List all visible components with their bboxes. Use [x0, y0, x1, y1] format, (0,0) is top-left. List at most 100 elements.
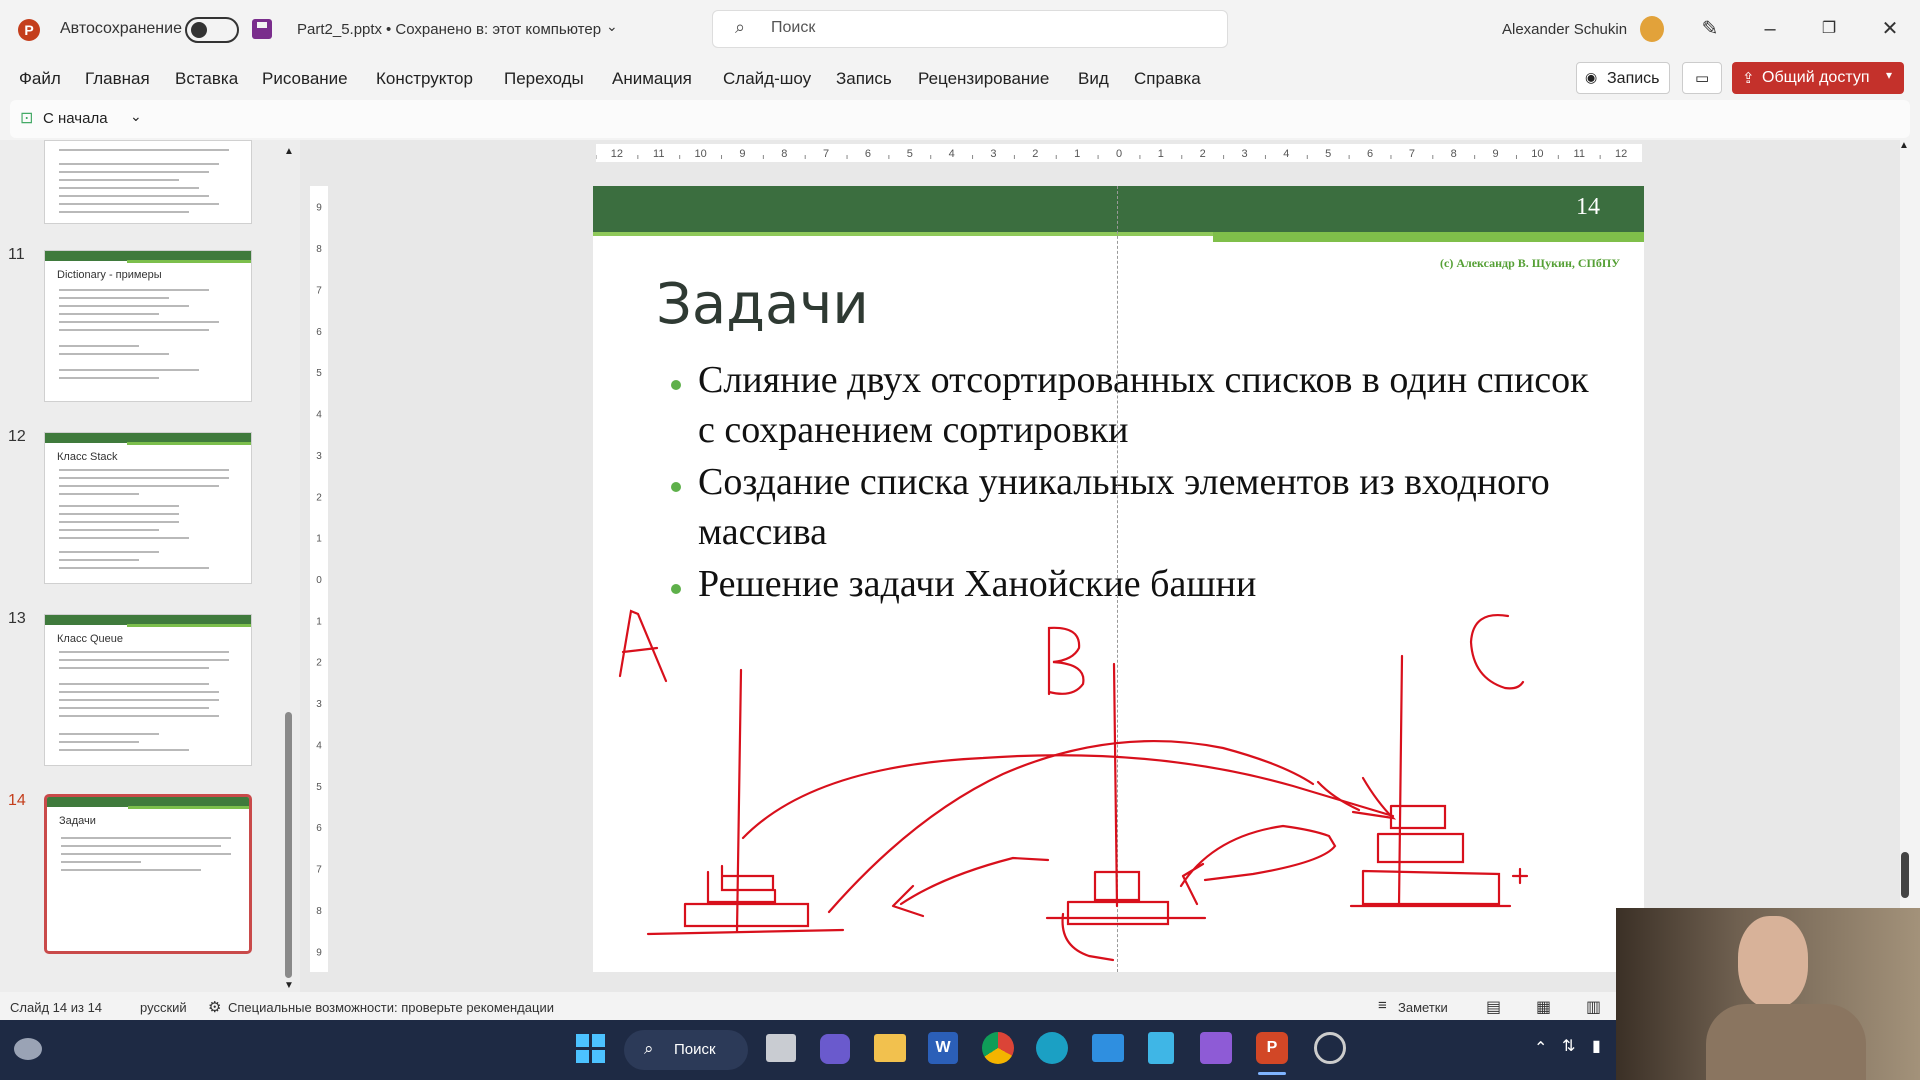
thumbnail-slide[interactable]: Dictionary - примеры [44, 250, 252, 402]
save-status[interactable]: • Сохранено в: этот компьютер [386, 21, 601, 38]
menu-slideshow[interactable]: Слайд-шоу [723, 69, 811, 89]
customize-icon[interactable]: ⌄ [130, 108, 142, 125]
ruler-tick-label: 6 [316, 327, 322, 338]
pen-icon[interactable]: ✎ [1695, 14, 1725, 44]
powerpoint-logo-icon: P [18, 19, 40, 41]
accessibility-icon: ⚙ [208, 999, 222, 1016]
thumbnail-number: 12 [8, 428, 26, 445]
slide-canvas[interactable]: 14 (c) Александр В. Щукин, СПбПУ Задачи … [593, 186, 1644, 972]
scrollbar-thumb[interactable] [285, 712, 292, 978]
ruler-tick-label: 10 [1531, 148, 1543, 160]
menu-design[interactable]: Конструктор [376, 69, 473, 89]
start-menu-icon[interactable] [576, 1034, 606, 1064]
close-button[interactable]: ✕ [1875, 14, 1905, 44]
thumbnail-number: 13 [8, 610, 26, 627]
ruler-tick-label: 2 [1032, 148, 1038, 160]
obs-icon[interactable] [1314, 1032, 1346, 1064]
autosave-toggle[interactable] [185, 17, 239, 43]
thumbnail-slide[interactable] [44, 140, 252, 224]
menu-animation[interactable]: Анимация [612, 69, 692, 89]
task-view-icon[interactable] [766, 1034, 796, 1062]
visual-studio-icon[interactable] [1200, 1032, 1232, 1064]
menu-home[interactable]: Главная [85, 69, 150, 89]
menu-record[interactable]: Запись [836, 69, 892, 89]
chevron-up-icon[interactable]: ⌃ [1534, 1038, 1547, 1058]
user-name[interactable]: Alexander Schukin [1502, 21, 1627, 38]
menu-draw[interactable]: Рисование [262, 69, 348, 89]
webcam-overlay [1616, 908, 1920, 1080]
menu-file[interactable]: Файл [19, 69, 61, 89]
scrollbar-thumb[interactable] [1901, 852, 1909, 898]
ruler-tick-label: 8 [316, 906, 322, 917]
reading-view-icon[interactable]: ▥ [1586, 997, 1601, 1017]
save-icon[interactable] [252, 19, 272, 39]
horizontal-ruler: 12 11 10 9 8 7 6 5 4 3 2 1 0 1 2 3 4 5 6 7 8 9 10 11 12 [596, 144, 1642, 162]
thumbnail-scrollbar[interactable]: ▲ ▼ [283, 146, 294, 992]
quick-access-bar: ⊡ С начала ⌄ [10, 100, 1910, 138]
ink-peg-a [735, 668, 743, 933]
minimize-button[interactable]: – [1755, 14, 1785, 44]
powerpoint-taskbar-icon[interactable]: P [1256, 1032, 1288, 1064]
chrome-icon[interactable] [982, 1032, 1014, 1064]
notes-button[interactable]: Заметки [1398, 1000, 1448, 1015]
from-start-button[interactable]: С начала [43, 110, 108, 127]
menu-review[interactable]: Рецензирование [918, 69, 1049, 89]
language-indicator[interactable]: русский [140, 1000, 187, 1015]
ruler-tick-label: 8 [1451, 148, 1457, 160]
teams-icon[interactable] [820, 1034, 850, 1064]
presenter-body [1706, 1004, 1866, 1080]
normal-view-icon[interactable]: ▤ [1486, 997, 1501, 1017]
slideshow-icon: ⊡ [20, 110, 34, 127]
ruler-tick-label: 7 [316, 285, 322, 296]
file-explorer-icon[interactable] [874, 1034, 906, 1062]
ink-peg-b [1112, 662, 1119, 908]
ruler-tick-label: 5 [907, 148, 913, 160]
weather-icon[interactable] [14, 1038, 42, 1060]
network-icon[interactable]: ⇅ [1562, 1036, 1575, 1056]
share-button[interactable]: ⇪ Общий доступ ▾ [1732, 62, 1904, 94]
volume-icon[interactable]: ▮ [1592, 1036, 1601, 1056]
scroll-down-icon[interactable]: ▼ [284, 980, 294, 991]
menu-insert[interactable]: Вставка [175, 69, 238, 89]
chevron-down-icon[interactable]: ⌄ [606, 18, 618, 35]
thumbnail-slide-active[interactable]: Задачи [44, 794, 252, 954]
menu-help[interactable]: Справка [1134, 69, 1201, 89]
ink-letter-a [618, 609, 668, 683]
slide-sorter-icon[interactable]: ▦ [1536, 997, 1551, 1017]
scroll-up-icon[interactable]: ▲ [284, 146, 294, 157]
search-input[interactable]: ⌕ Поиск [712, 10, 1228, 48]
taskbar-search[interactable]: ⌕ Поиск [624, 1030, 748, 1070]
search-icon: ⌕ [644, 1039, 654, 1058]
ruler-tick-label: 10 [694, 148, 706, 160]
menu-transitions[interactable]: Переходы [504, 69, 584, 89]
comment-button[interactable]: ▭ [1682, 62, 1722, 94]
scroll-up-icon[interactable]: ▲ [1899, 140, 1909, 151]
ruler-tick-label: 9 [739, 148, 745, 160]
ruler-tick-label: 0 [316, 575, 322, 586]
edge-icon[interactable] [1036, 1032, 1068, 1064]
ruler-tick-label: 12 [611, 148, 623, 160]
menu-view[interactable]: Вид [1078, 69, 1109, 89]
restore-button[interactable]: ❐ [1814, 14, 1844, 44]
word-icon[interactable]: W [928, 1032, 958, 1064]
ruler-tick-label: 6 [865, 148, 871, 160]
file-name[interactable]: Part2_5.pptx [297, 21, 382, 38]
record-button[interactable]: ◉ Запись [1576, 62, 1670, 94]
accessibility-status[interactable]: Специальные возможности: проверьте реком… [228, 1000, 554, 1015]
ink-drawing[interactable] [593, 186, 1644, 972]
share-button-label: Общий доступ [1762, 69, 1870, 86]
ruler-tick-label: 9 [1492, 148, 1498, 160]
ruler-tick-label: 5 [316, 368, 322, 379]
notepad-icon[interactable] [1148, 1032, 1174, 1064]
ink-peg-c [1397, 654, 1404, 908]
share-icon: ⇪ [1742, 70, 1755, 87]
mail-icon[interactable] [1092, 1034, 1124, 1062]
editor-scrollbar[interactable]: ▲ [1898, 140, 1912, 902]
comment-icon: ▭ [1695, 70, 1710, 87]
avatar[interactable] [1640, 16, 1664, 42]
ink-letter-c [1469, 613, 1525, 690]
ruler-tick-label: 1 [316, 616, 322, 627]
thumbnail-slide[interactable]: Класс Stack [44, 432, 252, 584]
ruler-tick-label: 3 [1241, 148, 1247, 160]
thumbnail-slide[interactable]: Класс Queue [44, 614, 252, 766]
